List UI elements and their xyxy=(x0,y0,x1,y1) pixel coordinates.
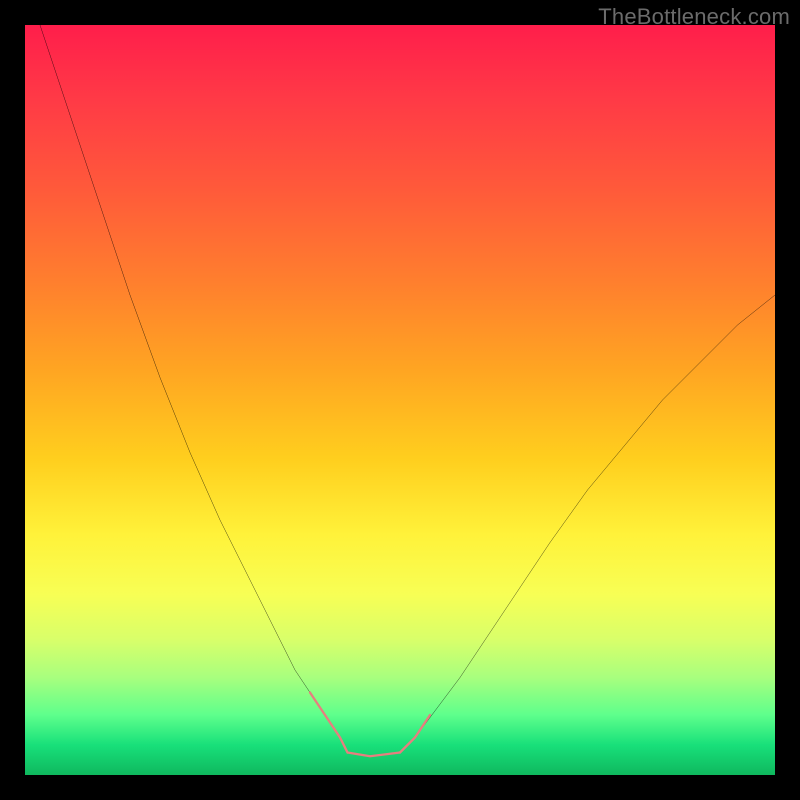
curve-right xyxy=(400,295,775,753)
marker-right-segment xyxy=(400,715,430,753)
chart-stage: TheBottleneck.com xyxy=(0,0,800,800)
marker-left-segment xyxy=(310,693,348,753)
curve-left xyxy=(40,25,348,753)
marker-bottom-segment xyxy=(348,753,401,757)
chart-overlay xyxy=(25,25,775,775)
